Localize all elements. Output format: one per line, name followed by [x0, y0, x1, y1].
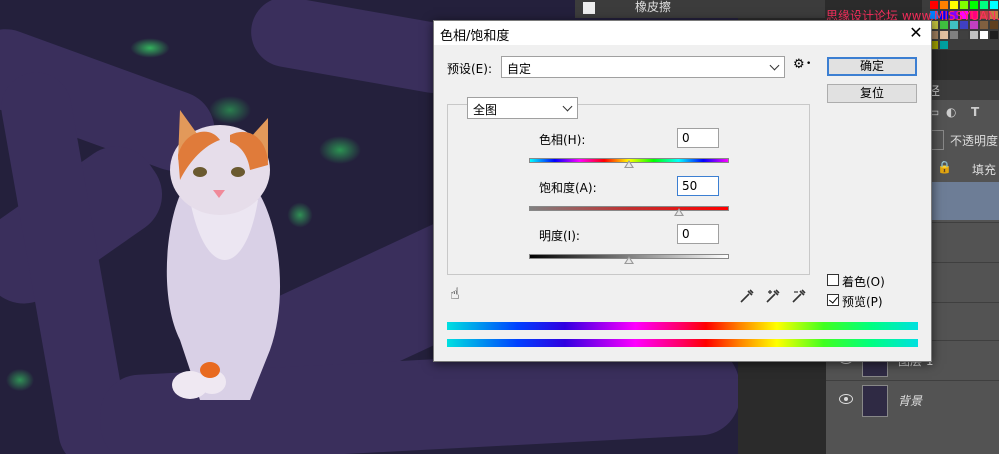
eyedropper-add-icon[interactable]: [765, 288, 781, 304]
tools-bar: 橡皮擦: [575, 0, 825, 18]
color-swatch[interactable]: [980, 31, 988, 39]
saturation-label: 饱和度(A):: [539, 181, 597, 195]
fill-label: 填充: [972, 163, 997, 177]
hue-input[interactable]: 0: [677, 128, 719, 148]
preset-label: 预设(E):: [447, 62, 492, 76]
adjustment-filter-icon[interactable]: ◐: [946, 105, 956, 119]
hand-tool-icon[interactable]: ☝: [450, 284, 460, 303]
colorize-label: 着色(O): [842, 275, 885, 289]
color-swatch[interactable]: [950, 31, 958, 39]
preview-checkbox[interactable]: [827, 294, 839, 306]
channel-select[interactable]: 全图: [467, 97, 578, 119]
layer-row-background[interactable]: 背景: [826, 380, 999, 419]
type-filter-icon[interactable]: T: [971, 105, 979, 119]
dialog-titlebar[interactable]: 色相/饱和度 ✕: [434, 21, 931, 45]
lock-icon[interactable]: 🔒: [937, 160, 952, 174]
layer-name: 背景: [898, 394, 923, 408]
layer-filter-icons: ▭ ◐ T: [926, 103, 999, 123]
checkbox-icon[interactable]: [583, 2, 595, 14]
preset-select[interactable]: 自定: [501, 56, 785, 78]
color-swatch[interactable]: [990, 31, 998, 39]
tool-label[interactable]: 橡皮擦: [635, 0, 671, 15]
reset-button[interactable]: 复位: [827, 84, 917, 103]
color-swatch[interactable]: [940, 41, 948, 49]
selected-layer-row[interactable]: [930, 182, 999, 220]
chevron-down-icon: [769, 60, 780, 71]
result-color-bar: [447, 339, 918, 347]
gear-icon[interactable]: ⚙: [793, 57, 805, 72]
color-swatch[interactable]: [940, 31, 948, 39]
layer-row[interactable]: [930, 302, 999, 341]
saturation-input[interactable]: 50: [677, 176, 719, 196]
menu-dot-icon: •: [806, 59, 812, 69]
layers-tab-bar: 径: [926, 80, 999, 100]
layer-thumbnail: [862, 385, 888, 417]
channel-value: 全图: [473, 103, 498, 117]
colorize-checkbox[interactable]: [827, 274, 839, 286]
layer-row[interactable]: [930, 222, 999, 261]
color-swatch[interactable]: [970, 31, 978, 39]
hue-saturation-dialog: 色相/饱和度 ✕ 预设(E): 自定 ⚙ • 确定 复位 全图 色相(H): 0…: [433, 20, 932, 362]
layer-row[interactable]: [930, 262, 999, 301]
lightness-label: 明度(I):: [539, 229, 580, 243]
chevron-down-icon: [562, 101, 573, 112]
adjustment-groupbox: [447, 104, 810, 275]
source-color-bar: [447, 322, 918, 330]
color-swatch[interactable]: [960, 31, 968, 39]
opacity-label: 不透明度: [950, 134, 999, 148]
saturation-slider-thumb[interactable]: [674, 208, 684, 216]
hue-slider-thumb[interactable]: [624, 160, 634, 168]
preset-value: 自定: [507, 62, 532, 76]
eyedropper-subtract-icon[interactable]: [791, 288, 807, 304]
eye-icon[interactable]: [839, 394, 853, 404]
saturation-slider[interactable]: [529, 206, 729, 211]
dialog-title: 色相/饱和度: [440, 29, 510, 44]
close-button[interactable]: ✕: [901, 21, 931, 45]
lightness-input[interactable]: 0: [677, 224, 719, 244]
cat-image: [166, 110, 281, 400]
hue-label: 色相(H):: [539, 133, 586, 147]
blend-mode-select[interactable]: [930, 130, 944, 150]
eyedropper-icon[interactable]: [739, 288, 755, 304]
preview-label: 预览(P): [842, 295, 883, 309]
ok-button[interactable]: 确定: [827, 57, 917, 76]
lightness-slider-thumb[interactable]: [624, 256, 634, 264]
